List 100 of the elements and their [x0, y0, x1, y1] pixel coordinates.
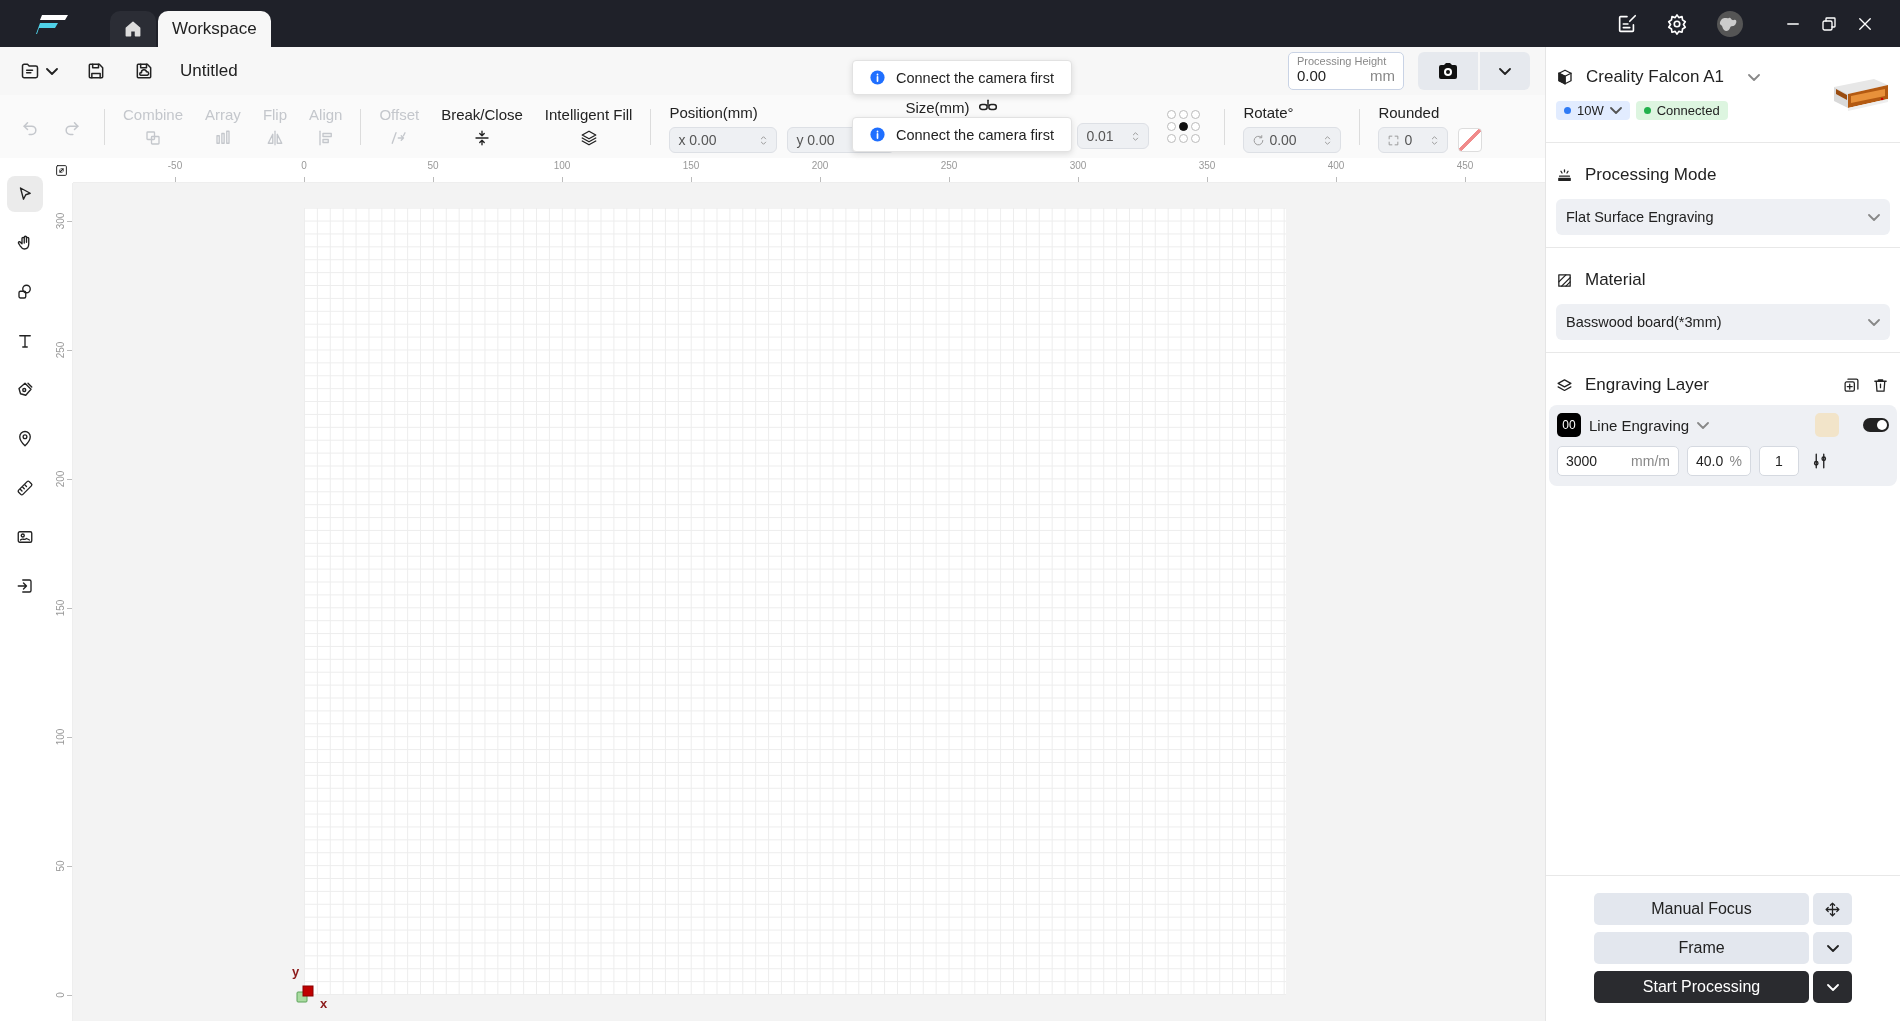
section-title: Engraving Layer: [1585, 375, 1709, 395]
corner-icon: [1387, 133, 1401, 147]
delete-icon[interactable]: [1872, 376, 1889, 394]
shapes-icon: [16, 283, 34, 301]
fit-to-screen-icon[interactable]: [55, 164, 68, 177]
position-label: Position(mm): [669, 104, 759, 121]
machine-icon: [1556, 68, 1574, 86]
toast-message: Connect the camera first: [852, 60, 1072, 95]
ruler-label: 300: [1069, 160, 1087, 171]
flip-icon: [265, 129, 284, 147]
layers-icon: [1556, 376, 1573, 394]
speed-field[interactable]: 3000 mm/m: [1557, 446, 1679, 476]
camera-button[interactable]: [1418, 52, 1478, 90]
size-label: Size(mm): [905, 98, 970, 116]
origin-marker: [296, 985, 316, 1003]
avatar-icon[interactable]: [1716, 9, 1744, 38]
connection-status: Connected: [1635, 101, 1728, 120]
layer-color-swatch[interactable]: [1815, 413, 1839, 437]
ruler-label: 400: [1327, 160, 1345, 171]
save-as-icon: [134, 61, 154, 81]
caret-icon: [1609, 107, 1622, 114]
material-dropdown[interactable]: Basswood board(*3mm): [1556, 304, 1890, 340]
rotate-field[interactable]: 0.00: [1243, 127, 1342, 153]
start-processing-options-button[interactable]: [1813, 971, 1852, 1003]
offset-icon: [390, 129, 409, 147]
ruler-label: 50: [427, 160, 439, 171]
caret-icon[interactable]: [1747, 73, 1760, 81]
import-icon: [16, 577, 34, 595]
image-icon: [16, 528, 34, 546]
no-fill-swatch[interactable]: [1458, 128, 1483, 152]
caret-icon[interactable]: [1697, 421, 1710, 429]
manual-focus-options-button[interactable]: [1813, 893, 1852, 925]
split-arrows-tool[interactable]: Break/Close: [441, 106, 523, 147]
caret-icon: [1868, 318, 1880, 326]
ruler-label: 300: [54, 211, 66, 232]
power-field[interactable]: 40.0 %: [1687, 446, 1751, 476]
rotate-label: Rotate°: [1243, 104, 1295, 121]
ruler-label: 250: [54, 340, 66, 361]
layers-tool[interactable]: Intelligent Fill: [544, 106, 633, 147]
ruler-label: 50: [54, 859, 66, 874]
processing-height-field[interactable]: Processing Height 0.00 mm: [1288, 52, 1404, 90]
home-icon: [123, 19, 143, 39]
frame-options-button[interactable]: [1813, 932, 1852, 964]
move-icon: [1824, 900, 1841, 918]
layer-mode[interactable]: Line Engraving: [1589, 416, 1690, 434]
passes-field[interactable]: 1: [1759, 446, 1799, 476]
caret-icon: [1826, 983, 1839, 991]
corner-radius-field[interactable]: 0: [1378, 127, 1449, 153]
split-arrows-icon: [473, 129, 491, 147]
anchor-point[interactable]: [1179, 122, 1189, 131]
align-icon: [316, 129, 335, 147]
processing-mode-dropdown[interactable]: Flat Surface Engraving: [1556, 199, 1890, 235]
ruler-label: 200: [811, 160, 829, 171]
ruler-label: 250: [940, 160, 958, 171]
canvas[interactable]: y x: [73, 183, 1545, 1021]
ruler-label: 200: [54, 469, 66, 490]
layer-toggle[interactable]: [1863, 418, 1889, 432]
sliders-icon[interactable]: [1811, 452, 1829, 470]
info-icon: [869, 69, 886, 86]
save-as-button[interactable]: [134, 61, 154, 81]
height-field[interactable]: 0.01: [1077, 123, 1150, 149]
ruler-label: 150: [682, 160, 700, 171]
laser-icon: [1556, 166, 1573, 184]
device-name[interactable]: Creality Falcon A1: [1586, 67, 1724, 87]
caret-icon: [46, 67, 58, 75]
info-icon: [869, 126, 886, 143]
manual-focus-button[interactable]: Manual Focus: [1594, 893, 1809, 925]
settings-icon[interactable]: [1666, 12, 1688, 35]
ruler-label: 150: [54, 598, 66, 619]
rotate-icon: [1252, 133, 1266, 147]
open-file-button[interactable]: [20, 61, 58, 81]
save-icon: [86, 61, 106, 81]
layers-icon: [579, 129, 598, 147]
ruler-label: 100: [553, 160, 571, 171]
caret-icon: [1868, 213, 1880, 221]
frame-button[interactable]: Frame: [1594, 932, 1809, 964]
select-tool-button[interactable]: [7, 176, 43, 212]
pen-tool-icon: [16, 381, 34, 399]
workspace-tab[interactable]: Workspace: [158, 11, 271, 47]
ruler-label: 0: [301, 160, 307, 171]
rounded-label: Rounded: [1378, 104, 1441, 121]
notes-icon[interactable]: [1616, 12, 1638, 35]
restore-icon[interactable]: [1820, 14, 1838, 33]
add-layer-icon[interactable]: [1843, 376, 1860, 394]
hatched-square-icon: [1556, 271, 1573, 289]
save-button[interactable]: [86, 61, 106, 81]
ruler-label: 450: [1456, 160, 1474, 171]
y-axis-label: y: [292, 964, 300, 979]
ruler-label: 100: [54, 727, 66, 748]
toast-message: Connect the camera first: [852, 117, 1072, 152]
home-tab[interactable]: [110, 11, 156, 47]
x-position-field[interactable]: x 0.00: [669, 127, 778, 153]
caret-icon: [1826, 944, 1839, 952]
layer-card[interactable]: 00 Line Engraving 3000 mm/m 40.0 % 1: [1549, 405, 1897, 486]
start-processing-button[interactable]: Start Processing: [1594, 971, 1809, 1003]
text-tool-icon: [16, 332, 34, 350]
document-title: Untitled: [180, 61, 238, 81]
section-title: Material: [1585, 270, 1646, 290]
ruler-label: -50: [167, 160, 183, 171]
laser-power-selector[interactable]: 10W: [1556, 101, 1630, 120]
